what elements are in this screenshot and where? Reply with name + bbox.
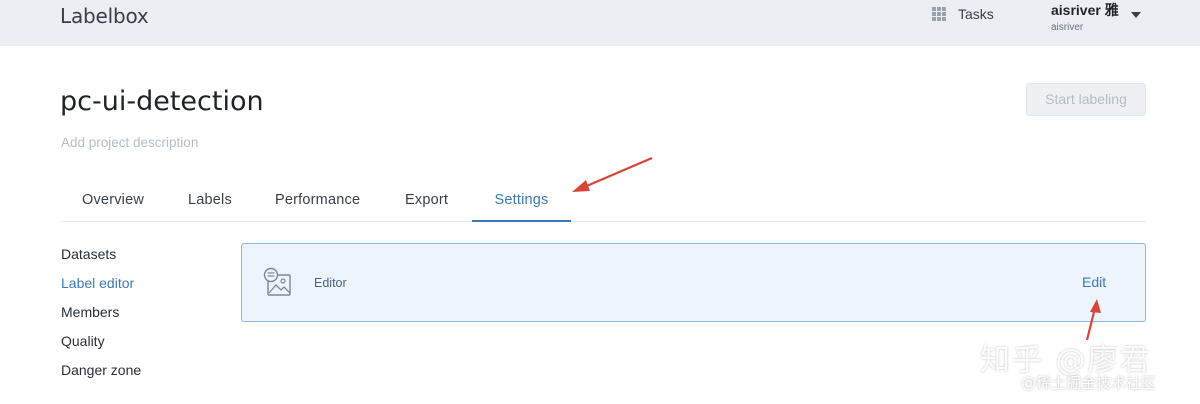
tab-labels[interactable]: Labels [188,178,232,222]
edit-button[interactable]: Edit [1082,274,1106,290]
labelbox-logo[interactable]: Labelbox [60,4,149,28]
nav-item-danger-zone[interactable]: Danger zone [61,360,211,389]
nav-item-quality[interactable]: Quality [61,331,211,360]
nav-item-label-editor[interactable]: Label editor [61,273,211,302]
start-labeling-button[interactable]: Start labeling [1026,83,1146,116]
image-editor-icon [263,267,291,296]
page: Labelbox Tasks aisriver 雅 aisriver pc-ui… [0,0,1200,404]
project-title: pc-ui-detection [60,86,264,117]
tab-export[interactable]: Export [405,178,448,222]
settings-side-nav: Datasets Label editor Members Quality Da… [61,244,211,389]
chevron-down-icon[interactable] [1131,12,1141,18]
top-navigation-bar: Labelbox Tasks aisriver 雅 aisriver [0,0,1200,46]
tasks-label: Tasks [958,6,994,22]
nav-item-datasets[interactable]: Datasets [61,244,211,273]
user-menu[interactable]: aisriver 雅 aisriver [1051,0,1119,33]
nav-item-members[interactable]: Members [61,302,211,331]
editor-card: Editor Edit [241,243,1146,322]
watermark-juejin: @稀土掘金技术社区 [1021,374,1157,392]
tasks-button[interactable]: Tasks [932,6,994,22]
user-name: aisriver 雅 [1051,2,1119,18]
project-description-field[interactable]: Add project description [61,135,198,150]
user-subtitle: aisriver [1051,22,1084,33]
apps-grid-icon [932,7,946,21]
tab-settings[interactable]: Settings [472,178,571,222]
project-tabs: Overview Labels Performance Export Setti… [60,178,1146,222]
tab-overview[interactable]: Overview [82,178,144,222]
tab-performance[interactable]: Performance [275,178,360,222]
editor-label: Editor [314,276,347,290]
